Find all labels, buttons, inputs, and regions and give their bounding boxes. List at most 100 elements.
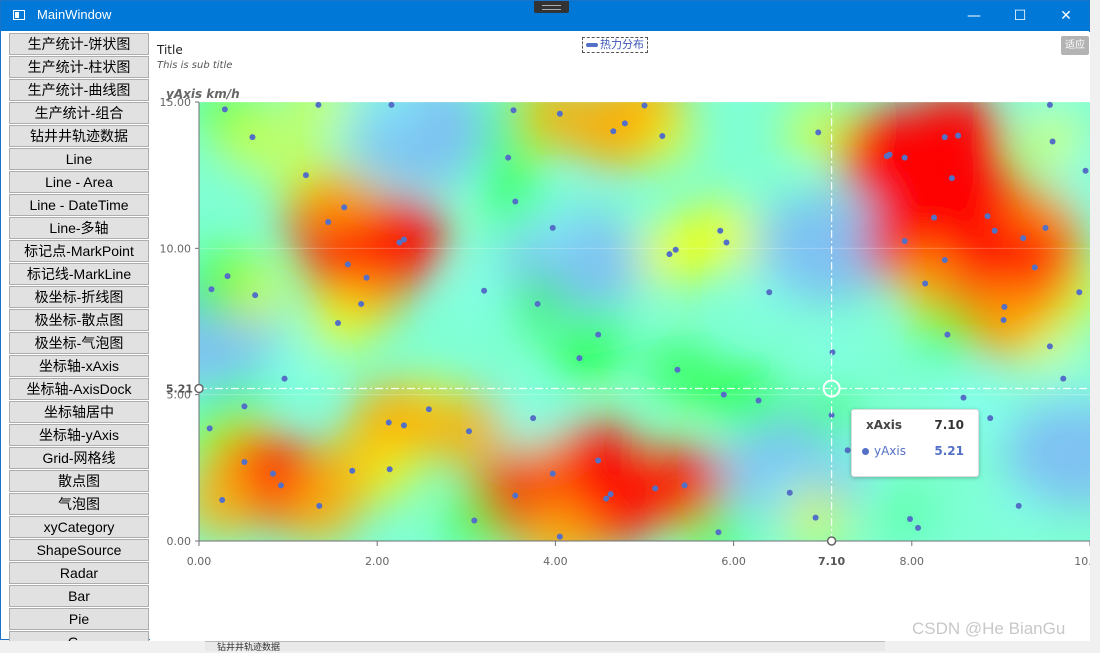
sidebar-item-22[interactable]: ShapeSource: [9, 539, 149, 561]
tooltip-x-row: xAxis 7.10: [852, 418, 978, 436]
data-point: [944, 331, 951, 338]
sidebar-item-6[interactable]: Line - Area: [9, 171, 149, 193]
tooltip-y-value: 5.21: [934, 444, 964, 458]
data-point: [672, 246, 679, 253]
x-tick-label: 2.00: [365, 555, 390, 568]
data-point: [221, 106, 228, 113]
data-point: [388, 101, 395, 108]
data-point: [325, 218, 332, 225]
sidebar-item-12[interactable]: 极坐标-散点图: [9, 309, 149, 331]
background-tab-label: 钻井井轨迹数据: [217, 643, 281, 653]
data-point: [603, 495, 610, 502]
data-point: [883, 153, 890, 160]
data-point: [723, 239, 730, 246]
sidebar-item-10[interactable]: 标记线-MarkLine: [9, 263, 149, 285]
data-point: [363, 274, 370, 281]
data-point: [1020, 235, 1027, 242]
data-point: [922, 280, 929, 287]
tooltip-y-name: yAxis: [874, 444, 906, 458]
data-point: [987, 415, 994, 422]
data-point: [302, 172, 309, 179]
main-window: MainWindow — ☐ ✕ 生产统计-饼状图 生产统计-柱状图 生产统计-曲线…: [0, 0, 1090, 641]
data-point: [349, 467, 356, 474]
sidebar-item-23[interactable]: Radar: [9, 562, 149, 584]
x-tick-label: 4.00: [543, 555, 568, 568]
data-point: [549, 470, 556, 477]
chart-tooltip: xAxis 7.10 yAxis 5.21: [851, 409, 979, 477]
data-point: [281, 375, 288, 382]
data-point: [941, 257, 948, 264]
data-point: [766, 289, 773, 296]
data-point: [1000, 317, 1007, 324]
sidebar-item-17[interactable]: 坐标轴-yAxis: [9, 424, 149, 446]
close-button[interactable]: ✕: [1043, 1, 1089, 31]
data-point: [316, 502, 323, 509]
data-point: [948, 175, 955, 182]
title-bar[interactable]: MainWindow — ☐ ✕: [1, 1, 1089, 31]
data-point: [674, 366, 681, 373]
data-point: [576, 355, 583, 362]
sidebar-item-9[interactable]: 标记点-MarkPoint: [9, 240, 149, 262]
data-point: [607, 491, 614, 498]
heatmap-chart[interactable]: 0.005.0010.0015.000.00 2.00 4.00 6.00 8.00 10…: [150, 32, 1090, 641]
sidebar-item-5[interactable]: Line: [9, 148, 149, 170]
data-point: [334, 319, 341, 326]
sidebar-item-7[interactable]: Line - DateTime: [9, 194, 149, 216]
data-point: [901, 238, 908, 245]
data-point: [341, 204, 348, 211]
y-axis-pointer-handle: [194, 383, 204, 394]
data-point: [812, 514, 819, 521]
sidebar-item-21[interactable]: xyCategory: [9, 516, 149, 538]
sidebar-item-16[interactable]: 坐标轴居中: [9, 401, 149, 423]
sidebar-item-8[interactable]: Line-多轴: [9, 217, 149, 239]
data-point: [206, 425, 213, 432]
data-point: [666, 251, 673, 258]
data-point: [984, 213, 991, 220]
data-point: [505, 154, 512, 161]
sidebar-item-19[interactable]: 散点图: [9, 470, 149, 492]
sidebar-item-25[interactable]: Pie: [9, 608, 149, 630]
data-point: [208, 286, 215, 293]
data-point: [252, 292, 259, 299]
data-point: [344, 261, 351, 268]
data-point: [386, 466, 393, 473]
x-tick-label: 6.00: [721, 555, 746, 568]
sidebar-item-14[interactable]: 坐标轴-xAxis: [9, 355, 149, 377]
sidebar-item-26[interactable]: G...: [9, 631, 149, 641]
watermark: CSDN @He BianGu: [912, 619, 1066, 638]
sidebar-item-24[interactable]: Bar: [9, 585, 149, 607]
data-point: [717, 227, 724, 234]
chart-panel: Title This is sub title 热力分布 适应 yAxis km…: [150, 32, 1090, 641]
sidebar-item-0[interactable]: 生产统计-饼状图: [9, 33, 149, 55]
x-tick-label: 8.00: [900, 555, 925, 568]
data-point: [249, 134, 256, 141]
window-title: MainWindow: [37, 7, 112, 22]
sidebar-item-20[interactable]: 气泡图: [9, 493, 149, 515]
data-point: [610, 128, 617, 135]
data-point: [534, 300, 541, 307]
data-point: [681, 482, 688, 489]
sidebar-item-1[interactable]: 生产统计-柱状图: [9, 56, 149, 78]
maximize-button[interactable]: ☐: [997, 1, 1043, 31]
app-icon: [13, 10, 25, 20]
sidebar-item-11[interactable]: 极坐标-折线图: [9, 286, 149, 308]
data-point: [269, 470, 276, 477]
data-point: [659, 132, 666, 139]
data-point: [358, 300, 365, 307]
sidebar-item-2[interactable]: 生产统计-曲线图: [9, 79, 149, 101]
data-point: [556, 110, 563, 117]
sidebar-item-15[interactable]: 坐标轴-AxisDock: [9, 378, 149, 400]
x-axis-pointer-handle: [826, 536, 837, 546]
data-point: [1076, 289, 1083, 296]
sidebar-item-4[interactable]: 钻井井轨迹数据: [9, 125, 149, 147]
sidebar-item-18[interactable]: Grid-网格线: [9, 447, 149, 469]
minimize-button[interactable]: —: [951, 1, 997, 31]
data-point: [1001, 303, 1008, 310]
series-dot-icon: [862, 448, 869, 455]
sidebar-item-3[interactable]: 生产统计-组合: [9, 102, 149, 124]
data-point: [652, 485, 659, 492]
data-point: [224, 273, 231, 280]
drag-grip[interactable]: [534, 1, 569, 13]
sidebar-item-13[interactable]: 极坐标-气泡图: [9, 332, 149, 354]
data-point: [549, 224, 556, 231]
